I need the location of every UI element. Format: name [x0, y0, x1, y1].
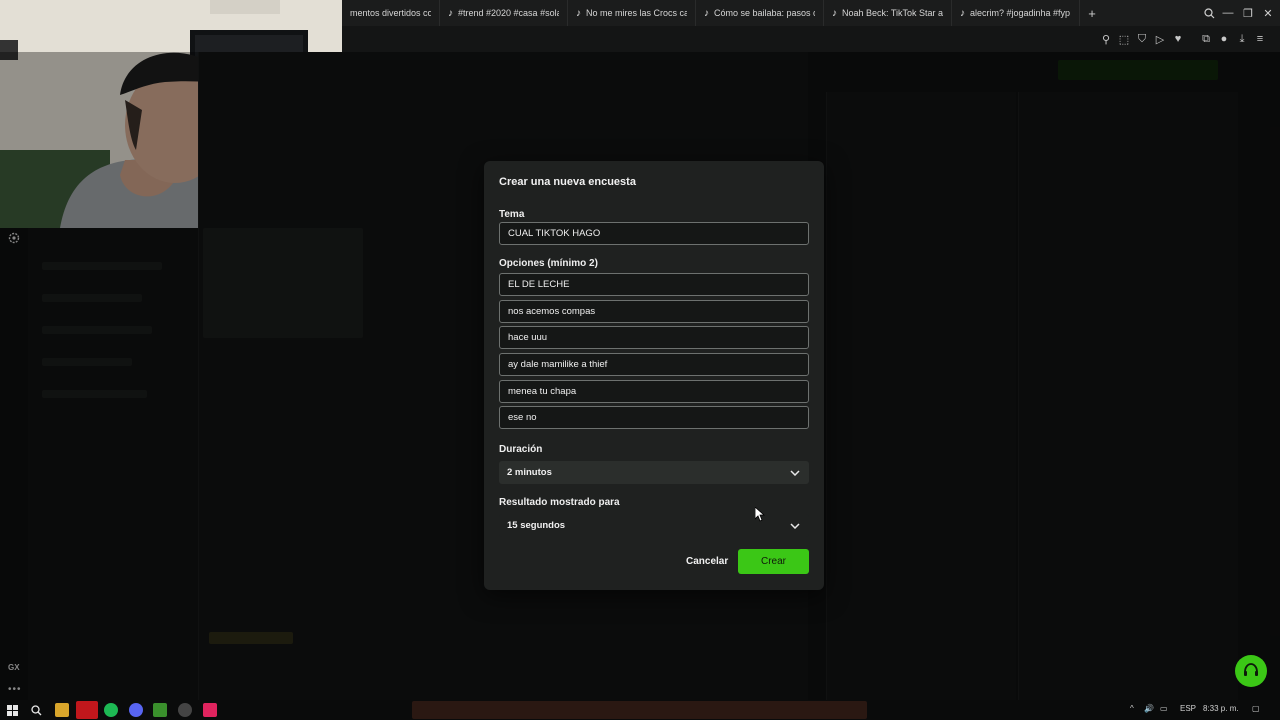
close-icon[interactable]: ✕	[1258, 0, 1278, 26]
browser-tab-5[interactable]: ♪ Noah Beck: TikTok Star an	[824, 0, 952, 26]
duration-value: 2 minutos	[507, 467, 552, 478]
volume-icon[interactable]: 🔊	[1144, 704, 1154, 713]
help-chat-bubble[interactable]	[1235, 655, 1267, 687]
search-icon[interactable]	[1199, 0, 1219, 26]
tray-chevron-icon[interactable]: ^	[1130, 704, 1134, 713]
shield-icon[interactable]: ⛉	[1134, 31, 1150, 47]
windows-taskbar: ^ 🔊 ▭ ESP 8:33 p. m. ▢	[0, 700, 1280, 720]
option-input-5[interactable]: menea tu chapa	[499, 380, 809, 403]
tab-label: No me mires las Crocs can	[586, 8, 687, 18]
screen: mentos divertidos con ♪ #trend #2020 #ca…	[0, 0, 1280, 720]
windows-start-icon[interactable]	[5, 703, 19, 717]
search-icon[interactable]	[29, 703, 43, 717]
tiktok-icon: ♪	[448, 7, 453, 19]
spotify-icon[interactable]	[104, 703, 118, 717]
duration-label: Duración	[499, 444, 543, 455]
browser-tab-3[interactable]: ♪ No me mires las Crocs can	[568, 0, 696, 26]
cancel-button[interactable]: Cancelar	[680, 549, 734, 573]
steam-icon[interactable]	[178, 703, 192, 717]
discord-icon[interactable]	[129, 703, 143, 717]
browser-tab-1[interactable]: mentos divertidos con	[342, 0, 440, 26]
network-icon[interactable]: ▭	[1160, 704, 1168, 713]
option-input-1[interactable]: EL DE LECHE	[499, 273, 809, 296]
create-button[interactable]: Crear	[738, 549, 809, 574]
new-tab-button[interactable]: +	[1080, 0, 1104, 26]
tab-label: mentos divertidos con	[350, 8, 431, 18]
topic-input[interactable]: CUAL TIKTOK HAGO	[499, 222, 809, 245]
result-duration-label: Resultado mostrado para	[499, 497, 620, 508]
browser-tab-2[interactable]: ♪ #trend #2020 #casa #sola	[440, 0, 568, 26]
create-poll-dialog: Crear una nueva encuesta Tema CUAL TIKTO…	[484, 161, 824, 590]
dialog-title: Crear una nueva encuesta	[499, 176, 636, 188]
play-icon[interactable]: ▷	[1152, 31, 1168, 47]
minecraft-icon[interactable]	[153, 703, 167, 717]
file-explorer-icon[interactable]	[55, 703, 69, 717]
tiktok-app-icon[interactable]	[203, 703, 217, 717]
tiktok-icon: ♪	[704, 7, 709, 19]
option-input-4[interactable]: ay dale mamilike a thief	[499, 353, 809, 376]
tiktok-icon: ♪	[832, 7, 837, 19]
tab-label: alecrim? #jogadinha #fyp	[970, 8, 1071, 18]
options-label: Opciones (mínimo 2)	[499, 258, 598, 269]
tiktok-icon: ♪	[960, 7, 965, 19]
opera-gx-icon[interactable]	[76, 701, 98, 719]
result-duration-value: 15 segundos	[507, 520, 566, 531]
tab-label: Cómo se bailaba: pasos c	[714, 8, 815, 18]
option-input-2[interactable]: nos acemos compas	[499, 300, 809, 323]
restore-icon[interactable]: ❐	[1238, 0, 1258, 26]
extensions-icon[interactable]: ⧉	[1198, 31, 1214, 47]
minimize-icon[interactable]: —	[1218, 0, 1238, 26]
chevron-down-icon	[789, 520, 801, 532]
download-icon[interactable]: ⤓	[1234, 31, 1250, 47]
tiktok-icon: ♪	[576, 7, 581, 19]
clock[interactable]: 8:33 p. m.	[1203, 704, 1239, 713]
heart-icon[interactable]: ♥	[1170, 31, 1186, 47]
tab-label: #trend #2020 #casa #sola	[458, 8, 559, 18]
topic-label: Tema	[499, 209, 525, 220]
duration-select[interactable]: 2 minutos	[499, 461, 809, 484]
option-input-6[interactable]: ese no	[499, 406, 809, 429]
chevron-down-icon	[789, 467, 801, 479]
taskbar-preview-strip	[412, 701, 867, 719]
browser-tab-6[interactable]: ♪ alecrim? #jogadinha #fyp	[952, 0, 1080, 26]
tab-label: Noah Beck: TikTok Star an	[842, 8, 943, 18]
snapshot-icon[interactable]: ⬚	[1116, 31, 1132, 47]
language-indicator[interactable]: ESP	[1180, 704, 1196, 713]
menu-icon[interactable]: ≡	[1252, 31, 1268, 47]
notification-icon[interactable]: ▢	[1252, 704, 1260, 713]
browser-tab-4[interactable]: ♪ Cómo se bailaba: pasos c	[696, 0, 824, 26]
browser-toolbar: ⚲ ⬚ ⛉ ▷ ♥ ⧉ ● ⤓ ≡	[342, 26, 1280, 52]
option-input-3[interactable]: hace uuu	[499, 326, 809, 349]
headset-icon	[1244, 663, 1258, 676]
pin-icon[interactable]: ⚲	[1098, 31, 1114, 47]
mouse-cursor-icon	[754, 506, 766, 527]
profile-icon[interactable]: ●	[1216, 31, 1232, 47]
